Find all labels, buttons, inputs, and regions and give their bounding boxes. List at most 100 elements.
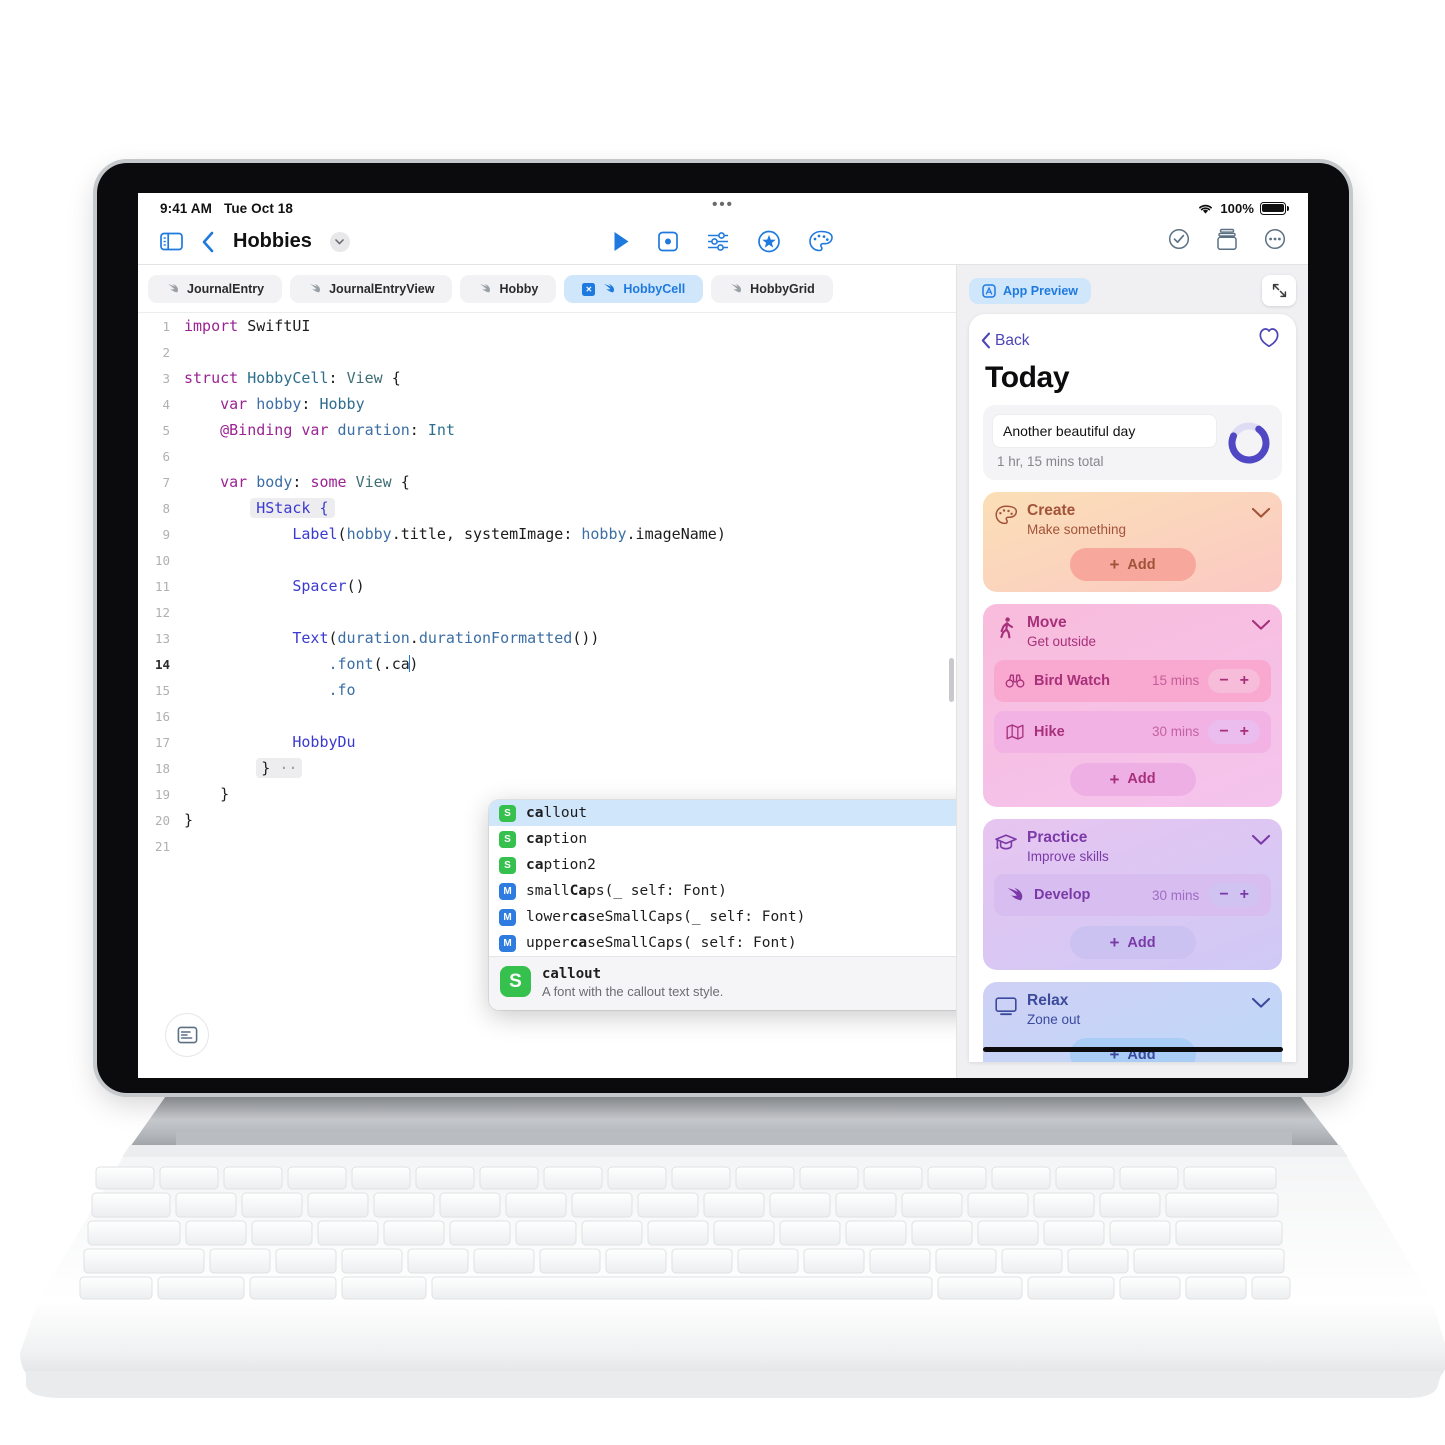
autocomplete-item[interactable]: MsmallCaps(_ self: Font) bbox=[489, 878, 956, 904]
autocomplete-doc-badge: S bbox=[500, 966, 531, 997]
sliders-icon[interactable] bbox=[707, 231, 730, 252]
add-hobby-label: Add bbox=[1127, 771, 1156, 788]
add-hobby-button[interactable]: + Add bbox=[1069, 548, 1196, 582]
chevron-down-icon[interactable] bbox=[1251, 506, 1271, 524]
category-header[interactable]: Practice Improve skills bbox=[994, 829, 1271, 865]
library-icon[interactable] bbox=[1216, 228, 1238, 256]
duration-stepper[interactable]: − + bbox=[1208, 719, 1260, 744]
hobby-item-row[interactable]: Develop 30 mins − + bbox=[994, 874, 1271, 917]
editor-tab-hobbycell[interactable]: ✕ HobbyCell bbox=[564, 275, 704, 303]
code-line[interactable]: 16 bbox=[138, 703, 956, 729]
minimap-icon[interactable] bbox=[166, 1014, 208, 1056]
code-line[interactable]: 8 HStack { bbox=[138, 495, 956, 521]
category-header[interactable]: Move Get outside bbox=[994, 614, 1271, 650]
autocomplete-item[interactable]: Scaption bbox=[489, 826, 956, 852]
plus-icon[interactable]: + bbox=[1240, 886, 1249, 904]
editor-tab-hobbygrid[interactable]: HobbyGrid bbox=[711, 275, 833, 303]
close-icon[interactable]: ✕ bbox=[582, 282, 596, 296]
journal-note-field[interactable]: Another beautiful day bbox=[993, 415, 1216, 447]
title-chevron-down-icon[interactable] bbox=[329, 231, 350, 252]
minus-icon[interactable]: − bbox=[1219, 723, 1228, 741]
code-text: var body: some View { bbox=[220, 473, 410, 491]
heart-icon[interactable] bbox=[1258, 328, 1280, 353]
autocomplete-item[interactable]: Scallout↵ bbox=[489, 800, 956, 826]
hobby-category-card[interactable]: Move Get outside Bird Watch 15 mins − + Hike 30… bbox=[983, 604, 1282, 807]
chevron-down-icon[interactable] bbox=[1251, 833, 1271, 851]
ellipsis-circle-icon[interactable] bbox=[1264, 228, 1286, 255]
sidebar-toggle-icon[interactable] bbox=[160, 232, 183, 251]
code-line[interactable]: 1 import SwiftUI bbox=[138, 313, 956, 339]
code-text: HobbyDu bbox=[292, 733, 356, 751]
swift-file-icon bbox=[604, 284, 615, 293]
back-chevron-left-icon[interactable] bbox=[201, 231, 215, 253]
binoculars-icon bbox=[1005, 674, 1025, 688]
category-header[interactable]: Create Make something bbox=[994, 502, 1271, 538]
autocomplete-item-label: uppercaseSmallCaps( self: Font) bbox=[526, 935, 797, 951]
hobby-category-card[interactable]: Practice Improve skills Develop 30 mins − + + A… bbox=[983, 818, 1282, 971]
line-number: 6 bbox=[162, 448, 170, 464]
device-preview-icon[interactable] bbox=[658, 231, 679, 252]
play-icon[interactable] bbox=[613, 231, 630, 252]
code-line[interactable]: 5 @Binding var duration: Int bbox=[138, 417, 956, 443]
code-fold-icon[interactable]: ·· bbox=[279, 759, 297, 777]
app-preview-chip[interactable]: App Preview bbox=[969, 277, 1092, 304]
duration-stepper[interactable]: − + bbox=[1208, 668, 1260, 693]
autocomplete-item[interactable]: MuppercaseSmallCaps( self: Font) bbox=[489, 930, 956, 956]
swift-file-icon bbox=[731, 284, 742, 293]
code-line[interactable]: 4 var hobby: Hobby bbox=[138, 391, 956, 417]
editor-tab-journalentryview[interactable]: JournalEntryView bbox=[290, 275, 453, 303]
editor-scrollbar[interactable] bbox=[949, 658, 954, 702]
code-line[interactable]: 17 HobbyDu bbox=[138, 729, 956, 755]
add-hobby-button[interactable]: + Add bbox=[1069, 926, 1196, 960]
hobby-item-row[interactable]: Hike 30 mins − + bbox=[994, 710, 1271, 753]
preview-back-button[interactable]: Back bbox=[981, 332, 1029, 350]
code-line[interactable]: 12 bbox=[138, 599, 956, 625]
autocomplete-item-label: callout bbox=[526, 805, 588, 821]
code-line[interactable]: 11 Spacer() bbox=[138, 573, 956, 599]
plus-icon[interactable]: + bbox=[1240, 672, 1249, 690]
editor-tab-journalentry[interactable]: JournalEntry bbox=[148, 275, 283, 303]
autocomplete-item[interactable]: MlowercaseSmallCaps(_ self: Font) bbox=[489, 904, 956, 930]
home-indicator bbox=[982, 1047, 1283, 1052]
code-line[interactable]: 2 bbox=[138, 339, 956, 365]
code-line[interactable]: 15 .fo bbox=[138, 677, 956, 703]
code-line[interactable]: 18 } ·· bbox=[138, 755, 956, 781]
autocomplete-item-label: smallCaps(_ self: Font) bbox=[526, 883, 727, 899]
hobby-item-row[interactable]: Bird Watch 15 mins − + bbox=[994, 659, 1271, 702]
total-duration-text: 1 hr, 15 mins total bbox=[997, 454, 1104, 469]
progress-ring-icon bbox=[1228, 422, 1270, 463]
code-line[interactable]: 3 struct HobbyCell: View { bbox=[138, 365, 956, 391]
app-preview-label: App Preview bbox=[1003, 283, 1079, 298]
editor-tab-hobby[interactable]: Hobby bbox=[460, 275, 557, 303]
ipad-screen: 9:41 AM Tue Oct 18 ••• 100% Hobbies Jour… bbox=[138, 193, 1308, 1078]
minus-icon[interactable]: − bbox=[1219, 672, 1228, 690]
hobby-category-list: Create Make something + Add Move Get outside B… bbox=[969, 492, 1296, 1062]
code-editor[interactable]: 1 import SwiftUI 2 3 struct HobbyCell: View … bbox=[138, 313, 956, 1073]
completion-kind-badge: M bbox=[499, 934, 516, 952]
add-hobby-label: Add bbox=[1127, 934, 1156, 951]
code-line[interactable]: 14 .font(.ca) bbox=[138, 651, 956, 677]
hobby-category-card[interactable]: Create Make something + Add bbox=[983, 492, 1282, 593]
checkmark-circle-icon[interactable] bbox=[1168, 228, 1190, 255]
code-line[interactable]: 7 var body: some View { bbox=[138, 469, 956, 495]
category-name: Create bbox=[1027, 502, 1076, 519]
category-header[interactable]: Relax Zone out bbox=[994, 992, 1271, 1028]
palette-icon[interactable] bbox=[809, 230, 834, 253]
editor-tab-label: HobbyGrid bbox=[750, 282, 815, 296]
duration-stepper[interactable]: − + bbox=[1208, 883, 1260, 908]
autocomplete-popup[interactable]: Scallout↵ScaptionScaption2MsmallCaps(_ s… bbox=[489, 800, 956, 1010]
chevron-down-icon[interactable] bbox=[1251, 618, 1271, 636]
autocomplete-item[interactable]: Scaption2 bbox=[489, 852, 956, 878]
minus-icon[interactable]: − bbox=[1219, 886, 1228, 904]
add-hobby-button[interactable]: + Add bbox=[1069, 762, 1196, 796]
star-circle-icon[interactable] bbox=[758, 230, 781, 253]
chevron-down-icon[interactable] bbox=[1251, 996, 1271, 1014]
plus-icon[interactable]: + bbox=[1240, 723, 1249, 741]
preview-device-canvas: Back Today Another beautiful day 1 hr, 1… bbox=[969, 314, 1296, 1062]
code-line[interactable]: 13 Text(duration.durationFormatted()) bbox=[138, 625, 956, 651]
line-number: 3 bbox=[162, 370, 170, 386]
code-line[interactable]: 9 Label(hobby.title, systemImage: hobby.… bbox=[138, 521, 956, 547]
expand-diagonal-icon[interactable] bbox=[1262, 275, 1296, 306]
code-line[interactable]: 6 bbox=[138, 443, 956, 469]
code-line[interactable]: 10 bbox=[138, 547, 956, 573]
